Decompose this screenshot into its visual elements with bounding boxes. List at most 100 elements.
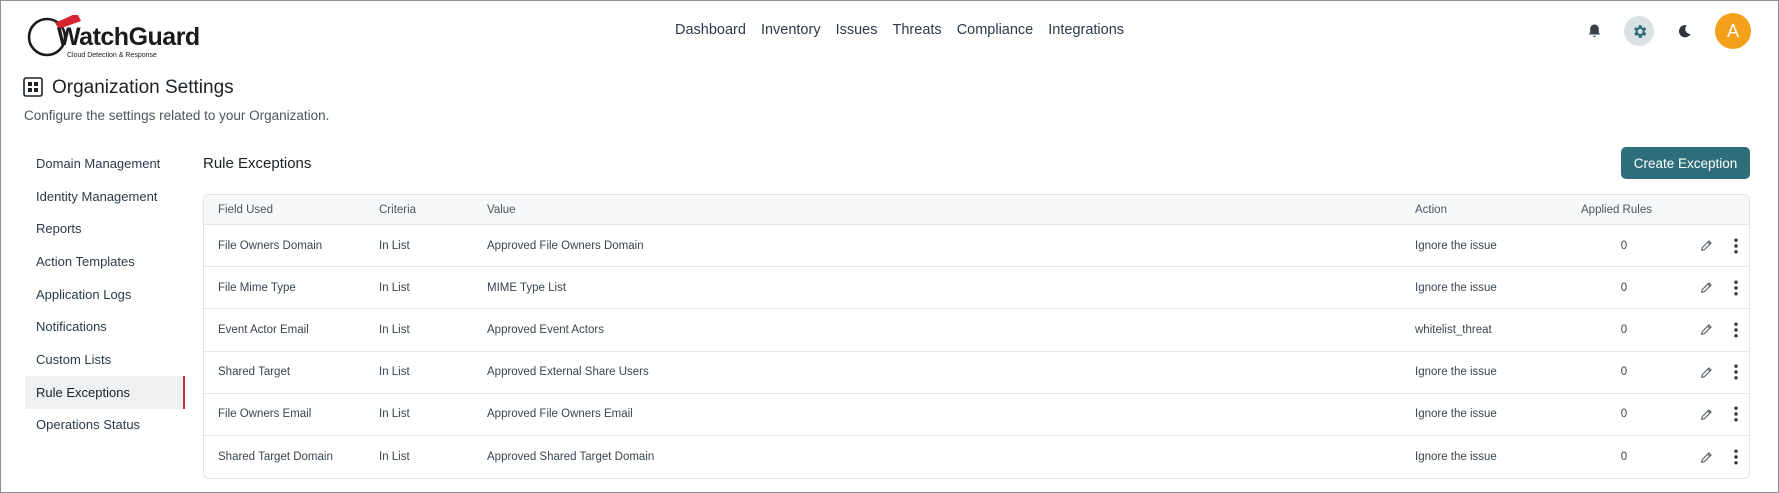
table-row: File Owners Email In List Approved File … (204, 394, 1749, 436)
more-actions-button[interactable] (1728, 267, 1744, 308)
kebab-menu-icon (1734, 238, 1738, 254)
table-header: Field Used Criteria Value Action Applied… (204, 195, 1749, 225)
cell-action: Ignore the issue (1415, 281, 1497, 294)
settings-button[interactable] (1624, 16, 1654, 46)
cell-action: whitelist_threat (1415, 323, 1492, 336)
kebab-menu-icon (1734, 406, 1738, 422)
nav-inventory[interactable]: Inventory (761, 19, 821, 41)
edit-button[interactable] (1698, 225, 1714, 266)
column-header-value[interactable]: Value (487, 195, 516, 224)
cell-criteria: In List (379, 451, 410, 464)
logo-wordmark: WatchGuard (57, 23, 200, 51)
cell-applied-rules: 0 (1620, 239, 1628, 252)
cell-criteria: In List (379, 281, 410, 294)
cell-criteria: In List (379, 323, 410, 336)
nav-compliance[interactable]: Compliance (957, 19, 1034, 41)
cell-field-used: File Owners Domain (218, 239, 323, 252)
table-row: File Mime Type In List MIME Type List Ig… (204, 267, 1749, 310)
page-subtitle: Configure the settings related to your O… (24, 108, 330, 123)
table-row: Shared Target In List Approved External … (204, 352, 1749, 394)
cell-applied-rules: 0 (1620, 323, 1628, 336)
table-row: File Owners Domain In List Approved File… (204, 225, 1749, 268)
cell-action: Ignore the issue (1415, 408, 1497, 421)
sidebar-item-domain-management[interactable]: Domain Management (25, 147, 185, 180)
pencil-icon (1700, 282, 1712, 294)
cell-criteria: In List (379, 239, 410, 252)
pencil-icon (1700, 367, 1712, 378)
table-row: Shared Target Domain In List Approved Sh… (204, 436, 1749, 478)
cell-field-used: File Owners Email (218, 408, 312, 421)
organization-settings-icon (23, 77, 43, 97)
moon-icon (1678, 24, 1691, 37)
app-window: WatchGuard Cloud Detection & Response Da… (0, 0, 1779, 493)
sidebar-item-notifications[interactable]: Notifications (25, 310, 185, 343)
more-actions-button[interactable] (1728, 309, 1744, 350)
sidebar-item-reports[interactable]: Reports (25, 212, 185, 245)
sidebar-item-rule-exceptions[interactable]: Rule Exceptions (25, 375, 185, 409)
column-header-field-used[interactable]: Field Used (218, 195, 273, 224)
pencil-icon (1700, 409, 1712, 420)
sidebar-item-custom-lists[interactable]: Custom Lists (25, 343, 185, 376)
table-row: Event Actor Email In List Approved Event… (204, 309, 1749, 352)
table-body: File Owners Domain In List Approved File… (204, 225, 1749, 478)
cell-action: Ignore the issue (1415, 451, 1497, 464)
cell-value: Approved External Share Users (487, 366, 649, 379)
cell-value: Approved Shared Target Domain (487, 451, 655, 464)
kebab-menu-icon (1734, 322, 1738, 338)
edit-button[interactable] (1698, 394, 1714, 435)
edit-button[interactable] (1698, 267, 1714, 308)
nav-dashboard[interactable]: Dashboard (675, 19, 746, 41)
sidebar-item-identity-management[interactable]: Identity Management (25, 180, 185, 213)
page-title: Organization Settings (52, 77, 234, 98)
cell-field-used: Shared Target (218, 366, 291, 379)
nav-integrations[interactable]: Integrations (1048, 19, 1124, 41)
section-title: Rule Exceptions (203, 155, 312, 172)
cell-applied-rules: 0 (1620, 451, 1628, 464)
cell-value: Approved Event Actors (487, 323, 604, 336)
top-navigation: Dashboard Inventory Issues Threats Compl… (675, 19, 1139, 41)
cell-field-used: Shared Target Domain (218, 451, 333, 464)
cell-action: Ignore the issue (1415, 366, 1497, 379)
kebab-menu-icon (1734, 449, 1738, 465)
kebab-menu-icon (1734, 364, 1738, 380)
edit-button[interactable] (1698, 436, 1714, 478)
settings-sidebar: Domain Management Identity Management Re… (25, 147, 185, 441)
watchguard-logo[interactable]: WatchGuard Cloud Detection & Response (25, 15, 200, 63)
pencil-icon (1700, 451, 1712, 463)
theme-toggle-button[interactable] (1669, 16, 1699, 46)
more-actions-button[interactable] (1728, 436, 1744, 478)
cell-value: Approved File Owners Domain (487, 239, 644, 252)
cell-applied-rules: 0 (1620, 408, 1628, 421)
column-header-action[interactable]: Action (1415, 195, 1447, 224)
cell-applied-rules: 0 (1620, 281, 1628, 294)
cell-field-used: File Mime Type (218, 281, 296, 294)
sidebar-item-operations-status[interactable]: Operations Status (25, 409, 185, 442)
sidebar-item-application-logs[interactable]: Application Logs (25, 278, 185, 311)
bell-icon (1588, 24, 1600, 38)
cell-value: Approved File Owners Email (487, 408, 633, 421)
create-exception-button[interactable]: Create Exception (1621, 147, 1750, 179)
gear-icon (1633, 24, 1646, 38)
cell-field-used: Event Actor Email (218, 323, 309, 336)
cell-action: Ignore the issue (1415, 239, 1497, 252)
cell-value: MIME Type List (487, 281, 567, 294)
more-actions-button[interactable] (1728, 394, 1744, 435)
pencil-icon (1700, 324, 1712, 336)
pencil-icon (1700, 240, 1712, 252)
more-actions-button[interactable] (1728, 225, 1744, 266)
edit-button[interactable] (1698, 352, 1714, 393)
sidebar-item-action-templates[interactable]: Action Templates (25, 245, 185, 278)
cell-criteria: In List (379, 366, 410, 379)
cell-applied-rules: 0 (1620, 366, 1628, 379)
column-header-criteria[interactable]: Criteria (379, 195, 416, 224)
more-actions-button[interactable] (1728, 352, 1744, 393)
nav-threats[interactable]: Threats (893, 19, 942, 41)
nav-issues[interactable]: Issues (836, 19, 878, 41)
column-header-applied-rules[interactable]: Applied Rules (1581, 195, 1652, 224)
kebab-menu-icon (1734, 280, 1738, 296)
edit-button[interactable] (1698, 309, 1714, 350)
logo-tagline: Cloud Detection & Response (67, 52, 157, 59)
user-avatar[interactable]: A (1715, 13, 1751, 49)
rule-exceptions-table: Field Used Criteria Value Action Applied… (203, 194, 1750, 479)
notifications-button[interactable] (1579, 16, 1609, 46)
